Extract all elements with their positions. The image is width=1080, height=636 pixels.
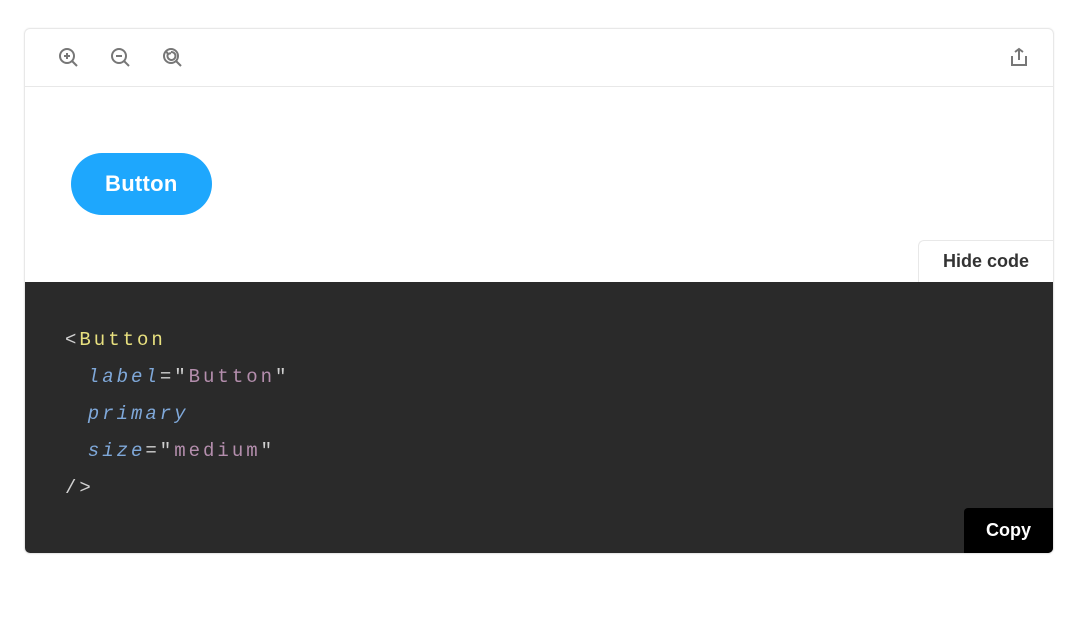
story-panel: Button Hide code <Button label="Button" … xyxy=(24,28,1054,554)
canvas-toolbar xyxy=(25,29,1053,87)
zoom-out-icon[interactable] xyxy=(109,46,133,70)
hide-code-button[interactable]: Hide code xyxy=(918,240,1053,282)
code-quote-close: " xyxy=(275,366,289,388)
preview-canvas: Button Hide code xyxy=(25,87,1053,282)
code-tag-name: Button xyxy=(79,329,165,351)
code-eq: =" xyxy=(160,366,189,388)
copy-button[interactable]: Copy xyxy=(964,508,1053,553)
code-close-bracket: /> xyxy=(65,477,94,499)
code-attr-size: size xyxy=(88,440,146,462)
demo-primary-button[interactable]: Button xyxy=(71,153,212,215)
code-attr-label: label xyxy=(88,366,160,388)
code-value-size: medium xyxy=(174,440,260,462)
code-quote-close-2: " xyxy=(261,440,275,462)
code-eq-2: =" xyxy=(145,440,174,462)
code-attr-primary: primary xyxy=(88,403,189,425)
share-icon[interactable] xyxy=(1007,46,1031,70)
toolbar-left-group xyxy=(57,46,185,70)
code-open-bracket: < xyxy=(65,329,79,351)
zoom-in-icon[interactable] xyxy=(57,46,81,70)
code-value-label: Button xyxy=(189,366,275,388)
code-snippet: <Button label="Button" primary size="med… xyxy=(25,282,1053,553)
reset-zoom-icon[interactable] xyxy=(161,46,185,70)
